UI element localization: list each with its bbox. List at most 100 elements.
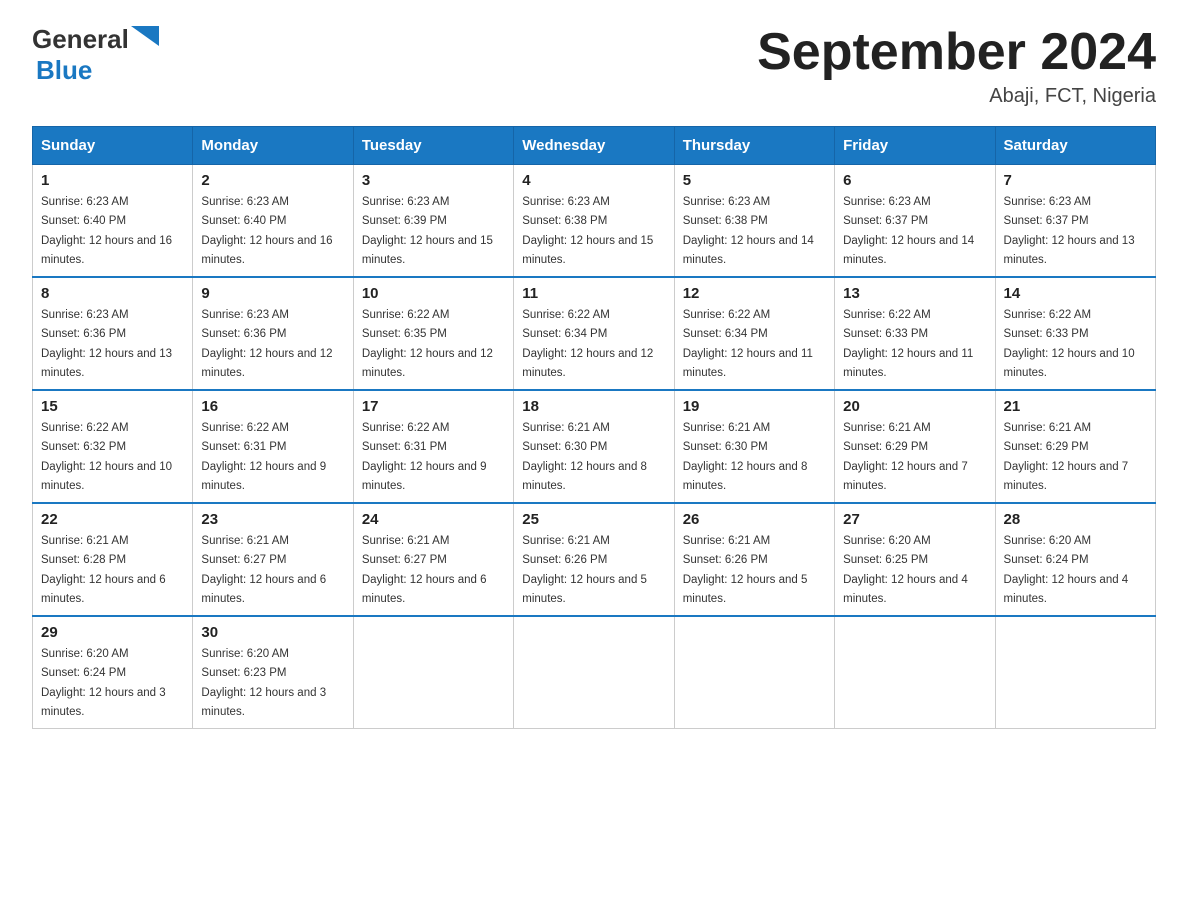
title-area: September 2024 Abaji, FCT, Nigeria — [757, 24, 1156, 108]
calendar-cell: 8 Sunrise: 6:23 AMSunset: 6:36 PMDayligh… — [33, 277, 193, 390]
col-header-friday: Friday — [835, 127, 995, 165]
calendar-cell: 28 Sunrise: 6:20 AMSunset: 6:24 PMDaylig… — [995, 503, 1155, 616]
calendar-cell: 27 Sunrise: 6:20 AMSunset: 6:25 PMDaylig… — [835, 503, 995, 616]
day-number: 13 — [843, 285, 986, 302]
logo-blue-text: Blue — [36, 55, 92, 86]
calendar-cell: 3 Sunrise: 6:23 AMSunset: 6:39 PMDayligh… — [353, 165, 513, 278]
day-info: Sunrise: 6:23 AMSunset: 6:40 PMDaylight:… — [201, 196, 332, 266]
day-info: Sunrise: 6:23 AMSunset: 6:37 PMDaylight:… — [843, 196, 974, 266]
calendar-cell: 11 Sunrise: 6:22 AMSunset: 6:34 PMDaylig… — [514, 277, 674, 390]
calendar-week-row: 15 Sunrise: 6:22 AMSunset: 6:32 PMDaylig… — [33, 390, 1156, 503]
calendar-cell: 20 Sunrise: 6:21 AMSunset: 6:29 PMDaylig… — [835, 390, 995, 503]
calendar-cell: 19 Sunrise: 6:21 AMSunset: 6:30 PMDaylig… — [674, 390, 834, 503]
day-number: 25 — [522, 511, 665, 528]
day-number: 23 — [201, 511, 344, 528]
col-header-monday: Monday — [193, 127, 353, 165]
calendar-cell: 1 Sunrise: 6:23 AMSunset: 6:40 PMDayligh… — [33, 165, 193, 278]
calendar-week-row: 8 Sunrise: 6:23 AMSunset: 6:36 PMDayligh… — [33, 277, 1156, 390]
day-info: Sunrise: 6:22 AMSunset: 6:34 PMDaylight:… — [683, 309, 813, 379]
calendar-cell: 7 Sunrise: 6:23 AMSunset: 6:37 PMDayligh… — [995, 165, 1155, 278]
day-number: 5 — [683, 172, 826, 189]
day-info: Sunrise: 6:23 AMSunset: 6:36 PMDaylight:… — [41, 309, 172, 379]
day-number: 8 — [41, 285, 184, 302]
calendar-cell — [353, 616, 513, 729]
day-number: 28 — [1004, 511, 1147, 528]
day-info: Sunrise: 6:22 AMSunset: 6:32 PMDaylight:… — [41, 422, 172, 492]
logo: General Blue — [32, 24, 159, 86]
day-number: 24 — [362, 511, 505, 528]
calendar-title: September 2024 — [757, 24, 1156, 81]
day-info: Sunrise: 6:23 AMSunset: 6:39 PMDaylight:… — [362, 196, 493, 266]
calendar-cell — [514, 616, 674, 729]
calendar-subtitle: Abaji, FCT, Nigeria — [757, 85, 1156, 108]
day-info: Sunrise: 6:21 AMSunset: 6:30 PMDaylight:… — [522, 422, 647, 492]
day-info: Sunrise: 6:20 AMSunset: 6:24 PMDaylight:… — [1004, 535, 1129, 605]
day-info: Sunrise: 6:20 AMSunset: 6:24 PMDaylight:… — [41, 648, 166, 718]
calendar-cell: 9 Sunrise: 6:23 AMSunset: 6:36 PMDayligh… — [193, 277, 353, 390]
day-number: 16 — [201, 398, 344, 415]
day-info: Sunrise: 6:21 AMSunset: 6:26 PMDaylight:… — [522, 535, 647, 605]
calendar-cell: 15 Sunrise: 6:22 AMSunset: 6:32 PMDaylig… — [33, 390, 193, 503]
header-row: Sunday Monday Tuesday Wednesday Thursday… — [33, 127, 1156, 165]
day-info: Sunrise: 6:23 AMSunset: 6:40 PMDaylight:… — [41, 196, 172, 266]
day-info: Sunrise: 6:21 AMSunset: 6:26 PMDaylight:… — [683, 535, 808, 605]
calendar-cell: 16 Sunrise: 6:22 AMSunset: 6:31 PMDaylig… — [193, 390, 353, 503]
day-info: Sunrise: 6:22 AMSunset: 6:31 PMDaylight:… — [201, 422, 326, 492]
calendar-cell: 6 Sunrise: 6:23 AMSunset: 6:37 PMDayligh… — [835, 165, 995, 278]
calendar-cell: 25 Sunrise: 6:21 AMSunset: 6:26 PMDaylig… — [514, 503, 674, 616]
day-info: Sunrise: 6:21 AMSunset: 6:29 PMDaylight:… — [1004, 422, 1129, 492]
day-number: 9 — [201, 285, 344, 302]
calendar-cell: 14 Sunrise: 6:22 AMSunset: 6:33 PMDaylig… — [995, 277, 1155, 390]
day-info: Sunrise: 6:21 AMSunset: 6:30 PMDaylight:… — [683, 422, 808, 492]
calendar-cell: 12 Sunrise: 6:22 AMSunset: 6:34 PMDaylig… — [674, 277, 834, 390]
day-number: 27 — [843, 511, 986, 528]
calendar-cell: 18 Sunrise: 6:21 AMSunset: 6:30 PMDaylig… — [514, 390, 674, 503]
day-number: 30 — [201, 624, 344, 641]
day-number: 6 — [843, 172, 986, 189]
calendar-cell: 5 Sunrise: 6:23 AMSunset: 6:38 PMDayligh… — [674, 165, 834, 278]
calendar-cell — [835, 616, 995, 729]
day-number: 12 — [683, 285, 826, 302]
calendar-cell: 22 Sunrise: 6:21 AMSunset: 6:28 PMDaylig… — [33, 503, 193, 616]
day-info: Sunrise: 6:22 AMSunset: 6:31 PMDaylight:… — [362, 422, 487, 492]
calendar-cell — [674, 616, 834, 729]
calendar-cell — [995, 616, 1155, 729]
day-info: Sunrise: 6:23 AMSunset: 6:37 PMDaylight:… — [1004, 196, 1135, 266]
day-number: 26 — [683, 511, 826, 528]
day-info: Sunrise: 6:20 AMSunset: 6:23 PMDaylight:… — [201, 648, 326, 718]
day-info: Sunrise: 6:22 AMSunset: 6:34 PMDaylight:… — [522, 309, 653, 379]
day-number: 17 — [362, 398, 505, 415]
day-info: Sunrise: 6:21 AMSunset: 6:28 PMDaylight:… — [41, 535, 166, 605]
day-number: 2 — [201, 172, 344, 189]
day-info: Sunrise: 6:22 AMSunset: 6:33 PMDaylight:… — [843, 309, 973, 379]
col-header-wednesday: Wednesday — [514, 127, 674, 165]
day-info: Sunrise: 6:21 AMSunset: 6:29 PMDaylight:… — [843, 422, 968, 492]
day-number: 15 — [41, 398, 184, 415]
day-number: 18 — [522, 398, 665, 415]
col-header-tuesday: Tuesday — [353, 127, 513, 165]
calendar-week-row: 29 Sunrise: 6:20 AMSunset: 6:24 PMDaylig… — [33, 616, 1156, 729]
calendar-cell: 21 Sunrise: 6:21 AMSunset: 6:29 PMDaylig… — [995, 390, 1155, 503]
day-number: 22 — [41, 511, 184, 528]
col-header-thursday: Thursday — [674, 127, 834, 165]
calendar-cell: 10 Sunrise: 6:22 AMSunset: 6:35 PMDaylig… — [353, 277, 513, 390]
day-number: 3 — [362, 172, 505, 189]
day-number: 7 — [1004, 172, 1147, 189]
day-info: Sunrise: 6:23 AMSunset: 6:36 PMDaylight:… — [201, 309, 332, 379]
calendar-week-row: 22 Sunrise: 6:21 AMSunset: 6:28 PMDaylig… — [33, 503, 1156, 616]
calendar-cell: 23 Sunrise: 6:21 AMSunset: 6:27 PMDaylig… — [193, 503, 353, 616]
logo-general-text: General — [32, 24, 129, 55]
day-info: Sunrise: 6:20 AMSunset: 6:25 PMDaylight:… — [843, 535, 968, 605]
day-info: Sunrise: 6:22 AMSunset: 6:33 PMDaylight:… — [1004, 309, 1135, 379]
day-number: 19 — [683, 398, 826, 415]
day-number: 11 — [522, 285, 665, 302]
day-number: 4 — [522, 172, 665, 189]
calendar-cell: 2 Sunrise: 6:23 AMSunset: 6:40 PMDayligh… — [193, 165, 353, 278]
day-number: 10 — [362, 285, 505, 302]
day-number: 1 — [41, 172, 184, 189]
calendar-cell: 29 Sunrise: 6:20 AMSunset: 6:24 PMDaylig… — [33, 616, 193, 729]
calendar-cell: 26 Sunrise: 6:21 AMSunset: 6:26 PMDaylig… — [674, 503, 834, 616]
calendar-cell: 30 Sunrise: 6:20 AMSunset: 6:23 PMDaylig… — [193, 616, 353, 729]
calendar-table: Sunday Monday Tuesday Wednesday Thursday… — [32, 126, 1156, 729]
day-number: 21 — [1004, 398, 1147, 415]
